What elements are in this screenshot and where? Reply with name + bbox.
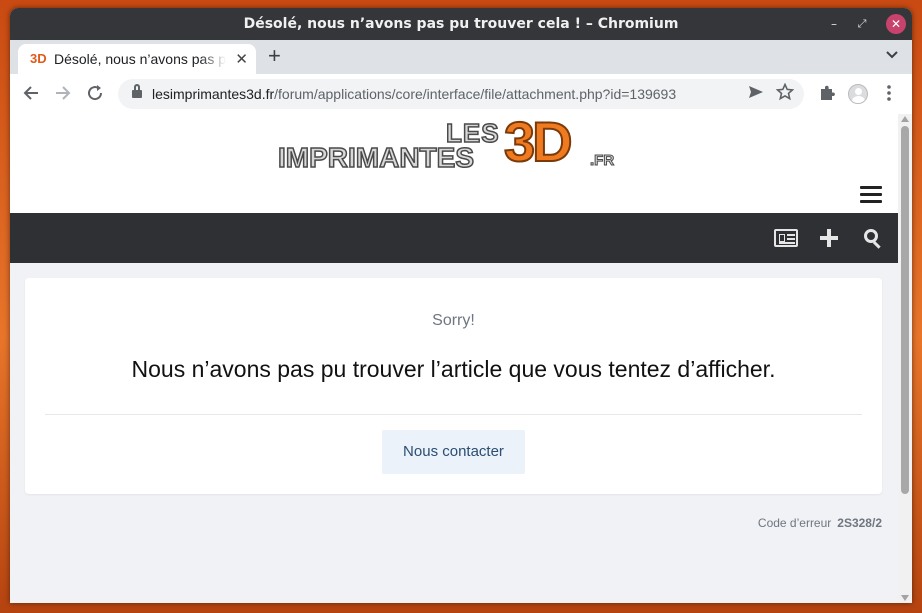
- divider: [45, 414, 862, 415]
- send-icon[interactable]: [748, 84, 764, 105]
- site-navbar: [10, 213, 898, 263]
- browser-window: Désolé, nous n’avons pas pu trouver cela…: [10, 8, 912, 603]
- url-text[interactable]: lesimprimantes3d.fr/forum/applications/c…: [152, 86, 676, 102]
- tab-close-icon[interactable]: ✕: [235, 50, 248, 68]
- url-host: lesimprimantes3d.fr: [152, 86, 275, 102]
- profile-icon[interactable]: [848, 84, 868, 104]
- back-arrow-icon[interactable]: [22, 84, 40, 106]
- plus-icon[interactable]: [818, 221, 840, 255]
- url-path: /forum/applications/core/interface/file/…: [274, 86, 677, 102]
- minimize-icon[interactable]: –: [824, 14, 844, 34]
- close-icon[interactable]: ✕: [886, 14, 906, 34]
- error-code: Code d’erreur 2S328/2: [758, 516, 882, 530]
- window-title: Désolé, nous n’avons pas pu trouver cela…: [243, 16, 679, 32]
- address-bar[interactable]: lesimprimantes3d.fr/forum/applications/c…: [118, 79, 804, 109]
- page-viewport: LES IMPRIMANTES 3D .FR Sorry! Nous n’avo…: [10, 114, 912, 603]
- newspaper-icon[interactable]: [774, 229, 798, 247]
- title-bar: Désolé, nous n’avons pas pu trouver cela…: [10, 8, 912, 40]
- logo-imprimantes: IMPRIMANTES: [277, 141, 475, 174]
- scroll-up-icon[interactable]: [901, 116, 909, 122]
- favicon-icon: 3D: [30, 51, 47, 66]
- new-tab-button[interactable]: +: [268, 45, 281, 67]
- extensions-icon[interactable]: [818, 84, 836, 108]
- tab-strip: 3D Désolé, nous n’avons pas pu trouver c…: [10, 40, 912, 74]
- error-card: Sorry! Nous n’avons pas pu trouver l’art…: [25, 278, 882, 494]
- browser-toolbar: lesimprimantes3d.fr/forum/applications/c…: [10, 74, 912, 115]
- logo-fr: .FR: [589, 152, 615, 170]
- hamburger-menu-icon[interactable]: [860, 186, 882, 204]
- error-message: Nous n’avons pas pu trouver l’article qu…: [131, 356, 776, 382]
- error-code-label: Code d’erreur: [757, 516, 832, 530]
- lock-icon[interactable]: [132, 84, 142, 98]
- tab-title: Désolé, nous n’avons pas pu trouver cela…: [54, 51, 226, 67]
- scrollbar-thumb[interactable]: [901, 126, 909, 494]
- site-header: LES IMPRIMANTES 3D .FR: [10, 114, 898, 213]
- reload-icon[interactable]: [86, 84, 104, 106]
- contact-button[interactable]: Nous contacter: [382, 430, 525, 474]
- vertical-scrollbar[interactable]: [898, 114, 912, 603]
- maximize-icon[interactable]: ⤢: [852, 14, 872, 34]
- logo-3d: 3D: [503, 114, 574, 173]
- search-icon[interactable]: [864, 229, 884, 249]
- scroll-down-icon[interactable]: [901, 595, 909, 601]
- tab-search-icon[interactable]: [886, 48, 898, 62]
- kebab-menu-icon[interactable]: [886, 84, 892, 106]
- sorry-heading: Sorry!: [432, 312, 475, 329]
- forward-arrow-icon[interactable]: [54, 84, 72, 106]
- site-logo[interactable]: LES IMPRIMANTES 3D .FR: [277, 114, 622, 176]
- star-icon[interactable]: [775, 82, 795, 106]
- tab-active[interactable]: 3D Désolé, nous n’avons pas pu trouver c…: [18, 44, 256, 74]
- error-code-value: 2S328/2: [837, 516, 882, 530]
